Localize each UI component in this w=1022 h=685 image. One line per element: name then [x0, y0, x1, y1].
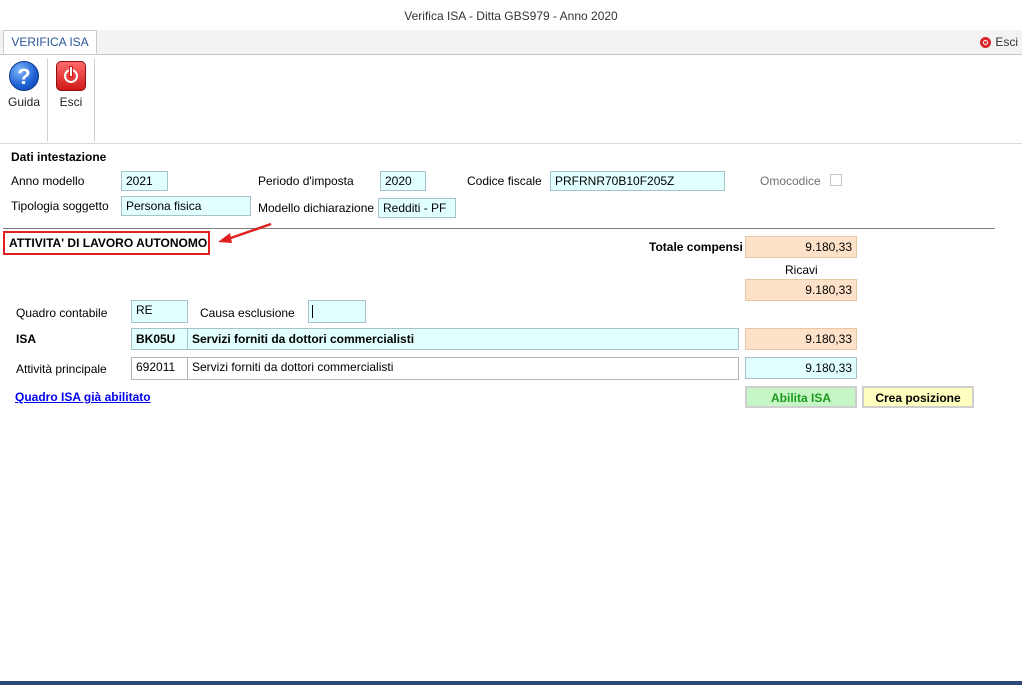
attivita-desc-field[interactable]: Servizi forniti da dottori commercialist… [187, 357, 739, 380]
esci-top-label: Esci [995, 35, 1018, 49]
attivita-principale-label: Attività principale [16, 362, 107, 376]
crea-posizione-button[interactable]: Crea posizione [862, 386, 974, 408]
periodo-label: Periodo d'imposta [258, 174, 354, 188]
quadro-contabile-label: Quadro contabile [16, 306, 108, 320]
totale-compensi-field[interactable]: 9.180,33 [745, 236, 857, 258]
arrow-annotation-icon [218, 222, 272, 243]
quadro-contabile-field[interactable]: RE [131, 300, 188, 323]
tipologia-field[interactable]: Persona fisica [121, 196, 251, 216]
window-title: Verifica ISA - Ditta GBS979 - Anno 2020 [0, 0, 1022, 30]
guida-button[interactable]: ? Guida [6, 61, 42, 109]
ricavi-field[interactable]: 9.180,33 [745, 279, 857, 301]
tipologia-label: Tipologia soggetto [11, 199, 109, 213]
periodo-field[interactable]: 2020 [380, 171, 426, 191]
text-caret [312, 305, 313, 318]
quadro-isa-link[interactable]: Quadro ISA già abilitato [15, 390, 151, 404]
causa-esclusione-label: Causa esclusione [200, 306, 295, 320]
attivita-value-field[interactable]: 9.180,33 [745, 357, 857, 379]
ribbon-separator [47, 58, 48, 142]
power-icon [56, 61, 86, 91]
esci-label: Esci [59, 95, 83, 109]
abilita-isa-button[interactable]: Abilita ISA [745, 386, 857, 408]
ribbon-separator [94, 58, 95, 142]
esci-top-button[interactable]: Esci [980, 35, 1018, 49]
tab-strip [0, 30, 1022, 55]
bottom-border [0, 681, 1022, 685]
anno-modello-label: Anno modello [11, 174, 85, 188]
guida-label: Guida [7, 95, 41, 109]
modello-field[interactable]: Redditi - PF [378, 198, 456, 218]
codice-fiscale-label: Codice fiscale [467, 174, 542, 188]
omocodice-label: Omocodice [760, 174, 821, 188]
section-divider [3, 228, 995, 229]
isa-label: ISA [16, 332, 37, 346]
attivita-heading: ATTIVITA' DI LAVORO AUTONOMO [9, 236, 208, 250]
help-icon: ? [9, 61, 39, 91]
isa-desc-field[interactable]: Servizi forniti da dottori commercialist… [187, 328, 739, 350]
modello-label: Modello dichiarazione [258, 201, 375, 215]
ricavi-label: Ricavi [785, 263, 818, 277]
totale-compensi-label: Totale compensi [649, 240, 743, 254]
causa-esclusione-field[interactable] [308, 300, 366, 323]
esci-button[interactable]: Esci [53, 61, 89, 109]
ribbon [0, 55, 1022, 144]
codice-fiscale-field[interactable]: PRFRNR70B10F205Z [550, 171, 725, 191]
isa-value-field[interactable]: 9.180,33 [745, 328, 857, 350]
omocodice-checkbox[interactable] [830, 174, 842, 186]
isa-code-field[interactable]: BK05U [131, 328, 188, 350]
anno-modello-field[interactable]: 2021 [121, 171, 168, 191]
power-icon [980, 36, 992, 48]
tab-verifica-isa[interactable]: VERIFICA ISA [3, 30, 97, 54]
dati-heading: Dati intestazione [11, 150, 107, 164]
attivita-code-field[interactable]: 692011 [131, 357, 188, 380]
